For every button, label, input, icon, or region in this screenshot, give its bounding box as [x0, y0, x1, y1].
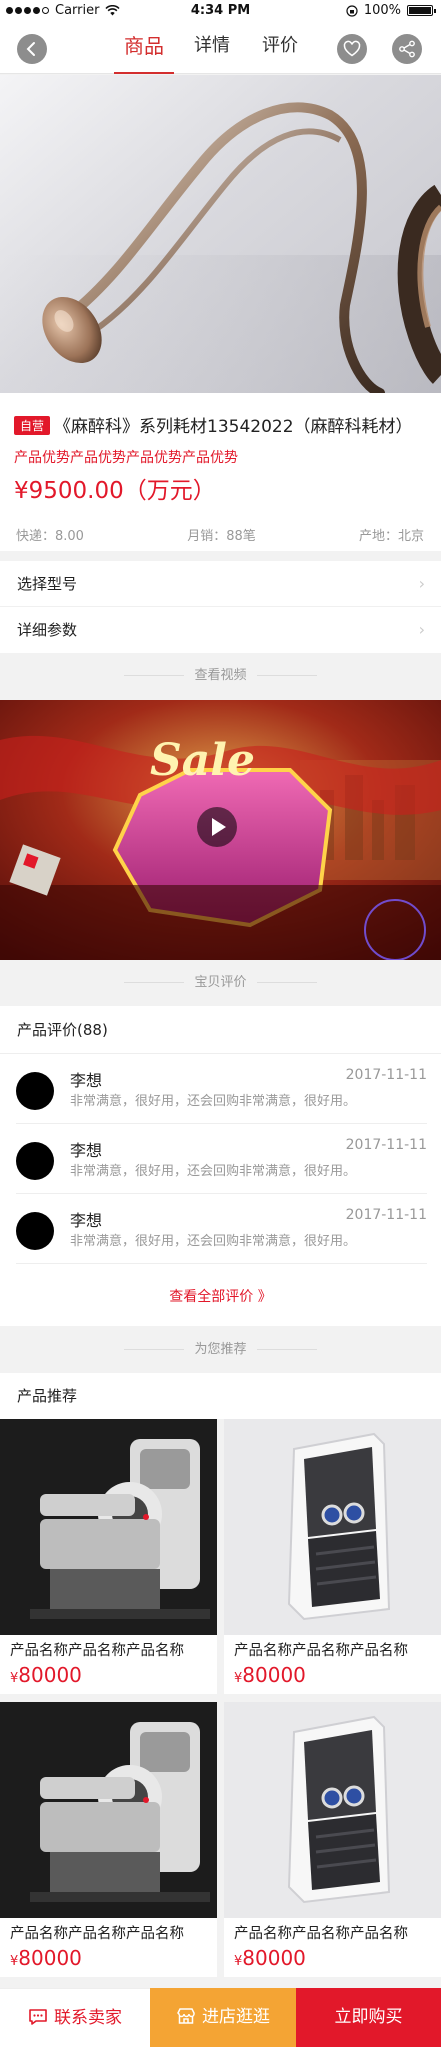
select-model-row[interactable]: 选择型号 ›: [0, 561, 441, 607]
origin: 产地：北京: [358, 529, 424, 544]
battery-icon: [407, 5, 436, 16]
product-meta: 快递：8.00 月销：88笔 产地：北京: [16, 525, 424, 544]
product-price: ¥80000: [234, 1663, 306, 1687]
visit-shop-button[interactable]: 进店逛逛: [150, 1988, 296, 2047]
detailed-params-label: 详细参数: [17, 621, 78, 639]
chevron-right-icon: ›: [418, 620, 425, 639]
product-card[interactable]: 产品名称产品名称产品名称 ¥80000: [0, 1419, 217, 1694]
reviews-header: 产品评价(88): [0, 1006, 441, 1054]
product-card[interactable]: 产品名称产品名称产品名称 ¥80000: [0, 1702, 217, 1977]
status-bar: Carrier 4:34 PM 100%: [0, 0, 441, 22]
product-options: 选择型号 › 详细参数 ›: [0, 561, 441, 653]
favorite-button[interactable]: [337, 34, 367, 64]
self-operated-badge: 自营: [14, 416, 51, 435]
product-advantage: 产品优势产品优势产品优势产品优势: [14, 450, 238, 466]
select-model-label: 选择型号: [17, 575, 78, 593]
recommend-section-label: 为您推荐: [194, 1342, 247, 1357]
review-date: 2017-11-11: [345, 1067, 427, 1083]
reviewer-name: 李想: [70, 1211, 103, 1230]
avatar: [16, 1072, 54, 1110]
product-title: 《麻醉科》系列耗材13542022（麻醉科耗材）: [54, 417, 413, 437]
product-price: ¥80000: [10, 1663, 82, 1687]
review-text: 非常满意，很好用，还会回购非常满意，很好用。: [70, 1164, 357, 1179]
avatar: [16, 1212, 54, 1250]
product-price: ¥80000: [234, 1946, 306, 1970]
share-button[interactable]: [392, 34, 422, 64]
product-hero-image[interactable]: [0, 75, 441, 393]
reviewer-name: 李想: [70, 1141, 103, 1160]
product-price: ¥80000: [10, 1946, 82, 1970]
review-section-label: 宝贝评价: [194, 975, 247, 990]
imaging-machine-image: [0, 1419, 217, 1635]
chevron-right-icon: ›: [418, 574, 425, 593]
video-section-label: 查看视频: [194, 668, 247, 683]
tab-reviews[interactable]: 评价: [246, 22, 314, 74]
product-card[interactable]: 产品名称产品名称产品名称 ¥80000: [224, 1419, 441, 1694]
review-section-title: 宝贝评价: [0, 960, 441, 1006]
product-price: ¥9500.00（万元）: [14, 478, 216, 504]
detailed-params-row[interactable]: 详细参数 ›: [0, 607, 441, 653]
buy-now-button[interactable]: 立即购买: [296, 1988, 441, 2047]
heart-icon: [343, 40, 361, 57]
product-name: 产品名称产品名称产品名称: [234, 1643, 408, 1659]
review-text: 非常满意，很好用，还会回购非常满意，很好用。: [70, 1094, 357, 1109]
battery-percent: 100%: [363, 3, 401, 18]
play-button[interactable]: [197, 807, 237, 847]
tab-goods[interactable]: 商品: [110, 22, 178, 74]
analyzer-device-image: [224, 1702, 441, 1918]
review-item: 李想 2017-11-11 非常满意，很好用，还会回购非常满意，很好用。: [16, 1124, 427, 1194]
recommend-grid: 产品名称产品名称产品名称 ¥80000 产品名称产品名称产品名称 ¥80000: [0, 1419, 441, 1979]
reviewer-name: 李想: [70, 1071, 103, 1090]
contact-seller-label: 联系卖家: [54, 2008, 122, 2028]
product-title-row: 自营 《麻醉科》系列耗材13542022（麻醉科耗材）: [14, 412, 413, 437]
price-value: 80000: [18, 1663, 82, 1687]
review-text: 非常满意，很好用，还会回购非常满意，很好用。: [70, 1234, 357, 1249]
imaging-machine-image: [0, 1702, 217, 1918]
store-icon: [177, 2008, 195, 2024]
stethoscope-image: [0, 102, 441, 393]
shipping-fee: 快递：8.00: [16, 529, 84, 544]
chat-icon: [29, 2009, 47, 2025]
review-date: 2017-11-11: [345, 1137, 427, 1153]
reviews-panel: 产品评价(88) 李想 2017-11-11 非常满意，很好用，还会回购非常满意…: [0, 1006, 441, 1326]
back-button[interactable]: [17, 34, 47, 64]
bottom-action-bar: 联系卖家 进店逛逛 立即购买: [0, 1988, 441, 2047]
recommend-header: 产品推荐: [0, 1373, 441, 1419]
orientation-lock-icon: [346, 4, 358, 17]
avatar: [16, 1142, 54, 1180]
review-item: 李想 2017-11-11 非常满意，很好用，还会回购非常满意，很好用。: [16, 1194, 427, 1264]
product-name: 产品名称产品名称产品名称: [234, 1926, 408, 1942]
tab-details[interactable]: 详情: [178, 22, 246, 74]
price-value: 80000: [242, 1663, 306, 1687]
status-right: 100%: [346, 3, 436, 18]
visit-shop-label: 进店逛逛: [202, 2007, 270, 2027]
review-item: 李想 2017-11-11 非常满意，很好用，还会回购非常满意，很好用。: [16, 1054, 427, 1124]
product-name: 产品名称产品名称产品名称: [10, 1643, 184, 1659]
chevron-left-icon: [26, 42, 35, 56]
video-section-title: 查看视频: [0, 653, 441, 699]
see-all-reviews-link[interactable]: 查看全部评价 》: [0, 1286, 441, 1306]
top-nav: 商品 详情 评价: [0, 22, 441, 74]
product-name: 产品名称产品名称产品名称: [10, 1926, 184, 1942]
review-date: 2017-11-11: [345, 1207, 427, 1223]
contact-seller-button[interactable]: 联系卖家: [0, 1988, 150, 2047]
analyzer-device-image: [224, 1419, 441, 1635]
recommend-section-title: 为您推荐: [0, 1327, 441, 1373]
product-info: 自营 《麻醉科》系列耗材13542022（麻醉科耗材） 产品优势产品优势产品优势产…: [0, 393, 441, 551]
share-icon: [399, 40, 415, 58]
price-value: 80000: [242, 1946, 306, 1970]
monthly-sales: 月销：88笔: [187, 529, 256, 544]
nav-tabs: 商品 详情 评价: [110, 22, 314, 74]
svg-text:Sale: Sale: [150, 735, 255, 786]
price-value: 80000: [18, 1946, 82, 1970]
product-card[interactable]: 产品名称产品名称产品名称 ¥80000: [224, 1702, 441, 1977]
